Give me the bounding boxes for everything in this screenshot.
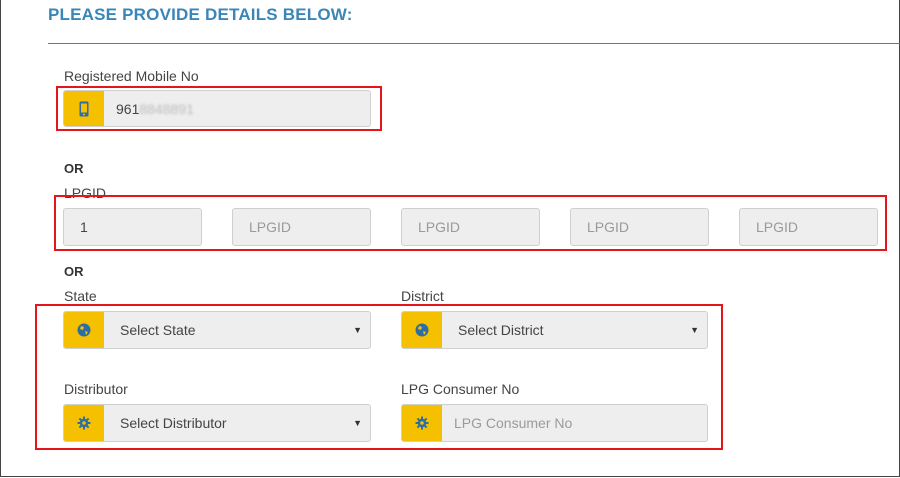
state-label: State: [64, 288, 97, 304]
page-title: PLEASE PROVIDE DETAILS BELOW:: [48, 5, 353, 24]
distributor-label: Distributor: [64, 381, 128, 397]
mobile-field[interactable]: 9618848891: [63, 90, 371, 127]
lpgid-field-2[interactable]: LPGID: [232, 208, 371, 246]
globe-icon: [402, 312, 442, 348]
district-select[interactable]: Select District ▼: [401, 311, 708, 349]
or-separator: OR: [64, 161, 84, 176]
consumer-no-input[interactable]: LPG Consumer No: [401, 404, 708, 442]
lpgid-field-5[interactable]: LPGID: [739, 208, 878, 246]
lpgid-field-4[interactable]: LPGID: [570, 208, 709, 246]
chevron-down-icon: ▼: [690, 325, 699, 335]
gear-icon: [64, 405, 104, 441]
chevron-down-icon: ▼: [353, 418, 362, 428]
chevron-down-icon: ▼: [353, 325, 362, 335]
mobile-label: Registered Mobile No: [64, 68, 199, 84]
mobile-value[interactable]: 9618848891: [104, 101, 194, 117]
globe-icon: [64, 312, 104, 348]
title-divider: [48, 43, 900, 44]
state-select[interactable]: Select State ▼: [63, 311, 371, 349]
district-label: District: [401, 288, 444, 304]
consumer-no-label: LPG Consumer No: [401, 381, 520, 397]
lpgid-field-1[interactable]: 1: [63, 208, 202, 246]
distributor-select[interactable]: Select Distributor ▼: [63, 404, 371, 442]
gear-icon: [402, 405, 442, 441]
lpgid-field-3[interactable]: LPGID: [401, 208, 540, 246]
mobile-phone-icon: [64, 91, 104, 126]
or-separator: OR: [64, 264, 84, 279]
